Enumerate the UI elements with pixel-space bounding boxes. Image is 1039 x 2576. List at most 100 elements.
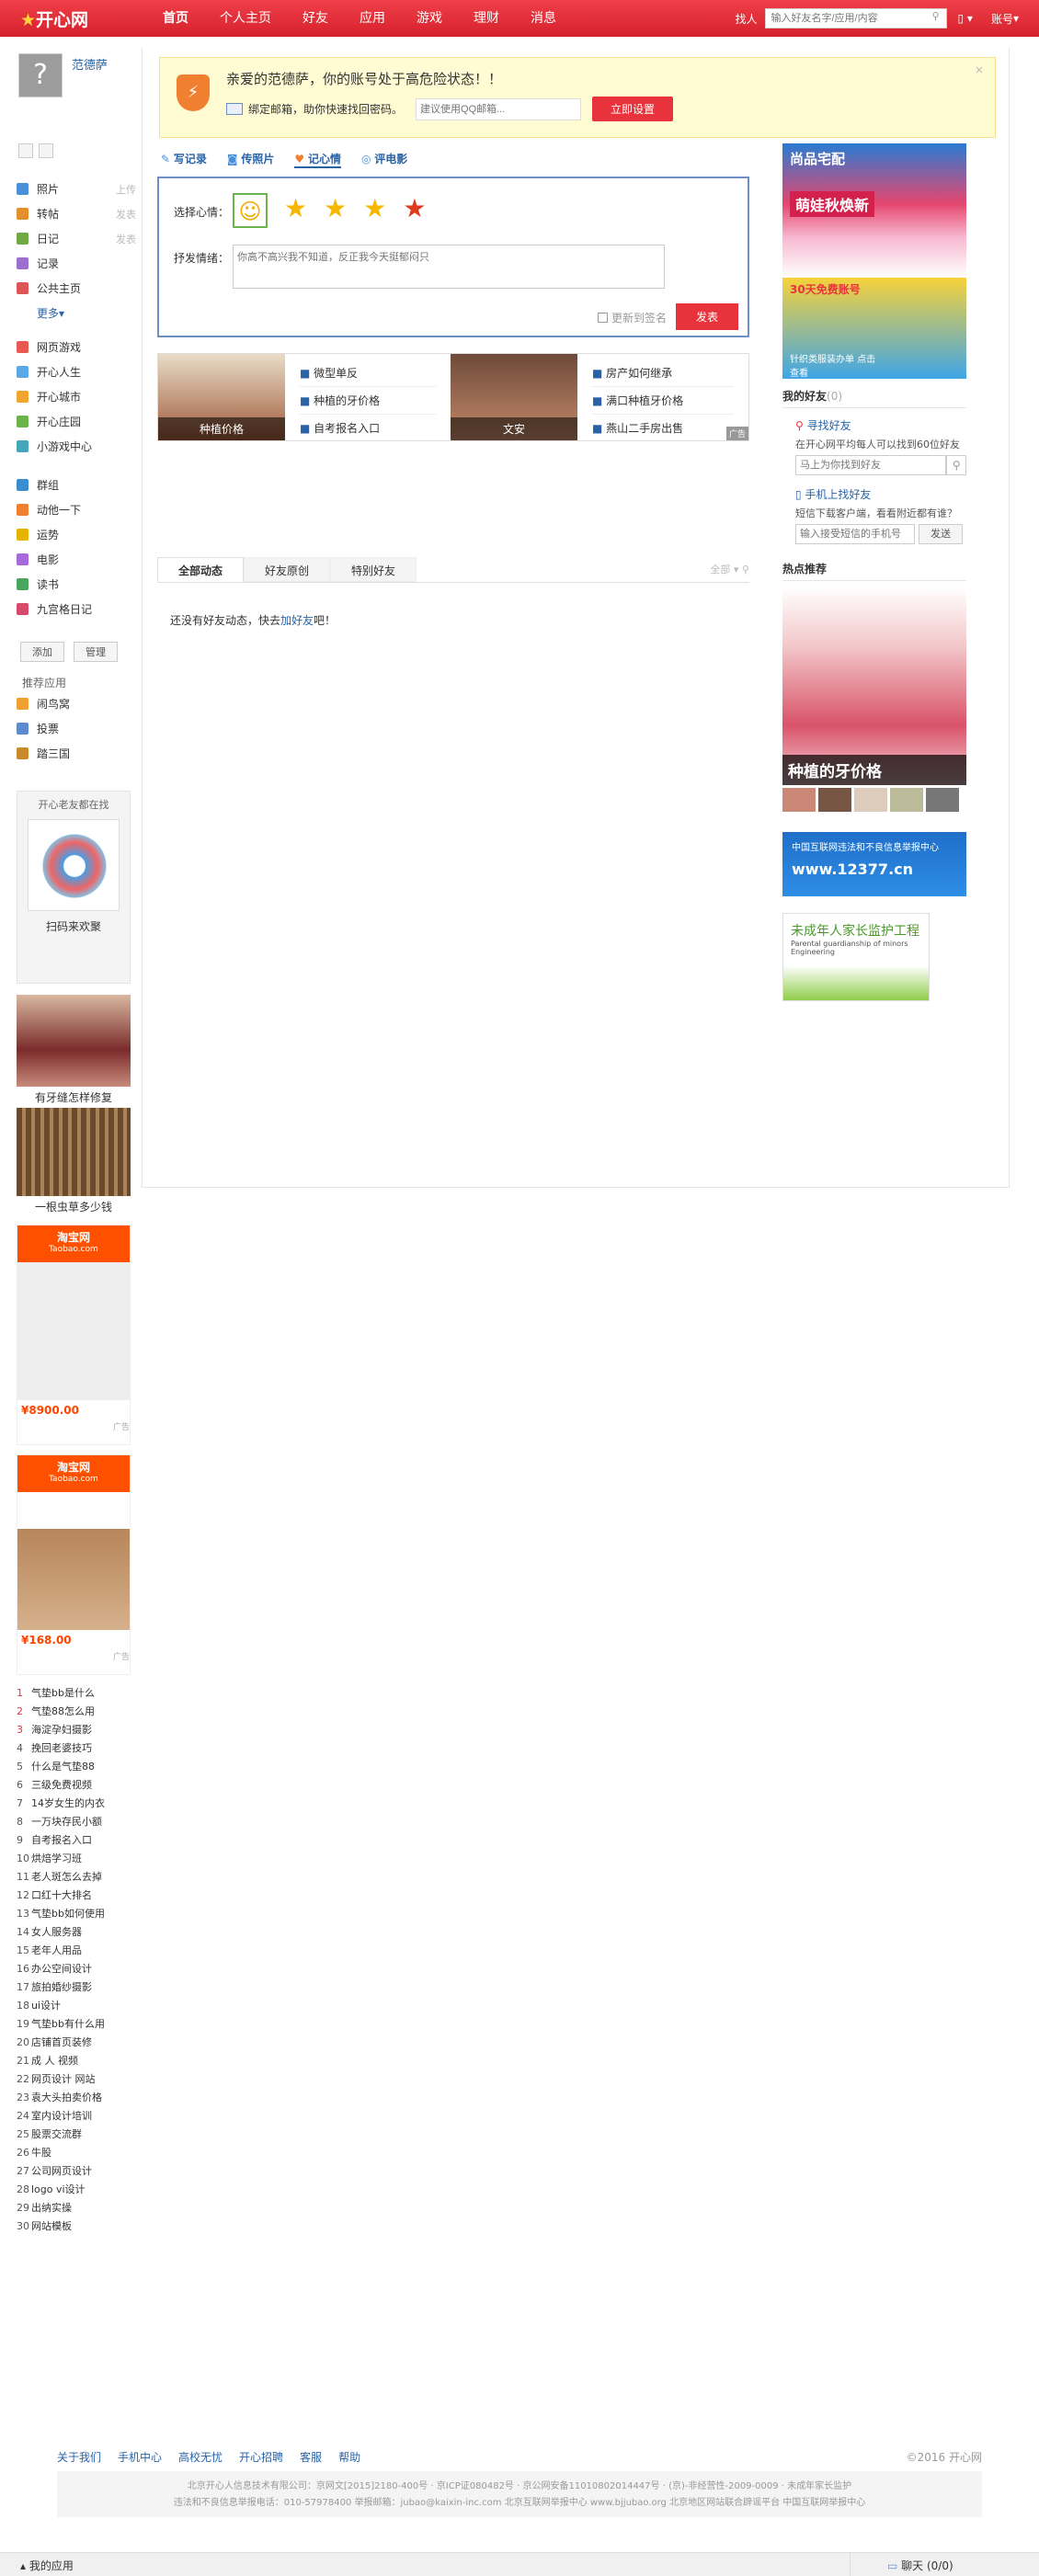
hot-search-item[interactable]: 13 气垫bb如何使用 (17, 1905, 131, 1923)
search-icon[interactable]: ⚲ (928, 10, 944, 27)
find-friend-input[interactable] (795, 455, 947, 475)
checkbox[interactable] (597, 313, 608, 323)
footer-link[interactable]: 开心招聘 (239, 2449, 283, 2465)
taobao-ad-1[interactable]: 淘宝网 Taobao.com ¥8900.00 广告 (17, 1225, 131, 1445)
left-ad-block[interactable]: 有牙缝怎样修复 一根虫草多少钱 (17, 995, 131, 1215)
hot-search-item[interactable]: 22 网页设计 网站 (17, 2070, 131, 2089)
sidebar-item-web-games[interactable]: 网页游戏 (17, 335, 136, 359)
nav-finance[interactable]: 理财 (458, 0, 515, 37)
recommend-item[interactable]: 踏三国 (17, 741, 136, 766)
mood-red-star-icon[interactable]: ★ (403, 193, 426, 228)
product-image[interactable] (17, 1529, 130, 1630)
report-center-banner[interactable]: 中国互联网违法和不良信息举报中心 www.12377.cn (782, 832, 966, 896)
sidebar-item-repost[interactable]: 转帖 发表 (17, 201, 136, 226)
thumbnail[interactable] (854, 788, 887, 812)
ad-link[interactable]: ■ 微型单反 (300, 359, 436, 387)
thumbnail[interactable] (926, 788, 959, 812)
hot-search-item[interactable]: 25 股票交流群 (17, 2126, 131, 2144)
ad-link[interactable]: ■ 自考报名入口 (300, 415, 436, 442)
mood-star-icon[interactable]: ★ (324, 193, 347, 228)
send-button[interactable]: 发送 (919, 524, 963, 544)
sidebar-item-photos[interactable]: 照片 上传 (17, 177, 136, 201)
user-name[interactable]: 范德萨 (72, 55, 108, 73)
hot-search-item[interactable]: 24 室内设计培训 (17, 2107, 131, 2126)
hot-search-item[interactable]: 28 logo vi设计 (17, 2181, 131, 2199)
footer-link[interactable]: 高校无忧 (178, 2449, 223, 2465)
sidebar-item-grid-diary[interactable]: 九宫格日记 (17, 597, 136, 621)
tab-mood[interactable]: ♥ 记心情 (294, 151, 341, 168)
set-now-button[interactable]: 立即设置 (592, 97, 674, 121)
tab-write-record[interactable]: ✎ 写记录 (161, 151, 207, 168)
home-icon[interactable] (18, 143, 33, 158)
close-icon[interactable]: × (975, 63, 984, 76)
ad-text[interactable]: 有牙缝怎样修复 (17, 1087, 131, 1108)
site-logo[interactable]: ★开心网 (20, 6, 88, 31)
ad-image-implant[interactable]: 种植价格 (158, 354, 285, 440)
sidebar-item-diary[interactable]: 日记 发表 (17, 226, 136, 251)
hot-search-item[interactable]: 2 气垫88怎么用 (17, 1703, 131, 1721)
sidebar-item-poke[interactable]: 动他一下 (17, 497, 136, 522)
mood-star-icon[interactable]: ★ (363, 193, 386, 228)
settings-icon[interactable] (39, 143, 53, 158)
search-icon[interactable]: ⚲ (946, 455, 966, 475)
upload-link[interactable]: 上传 (116, 182, 136, 197)
tab-friend-original[interactable]: 好友原创 (244, 557, 331, 582)
mobile-icon[interactable]: ▯ ▾ (958, 12, 973, 25)
hot-search-item[interactable]: 19 气垫bb有什么用 (17, 2015, 131, 2034)
nav-games[interactable]: 游戏 (401, 0, 458, 37)
ad-link[interactable]: ■ 满口种植牙价格 (592, 387, 734, 415)
hot-search-item[interactable]: 4 挽回老婆技巧 (17, 1739, 131, 1758)
search-input[interactable] (765, 9, 922, 28)
chat-button[interactable]: ▭ 聊天 (0/0) (850, 2553, 1039, 2576)
manage-app-button[interactable]: 管理 (74, 642, 118, 662)
avatar[interactable]: ? (18, 53, 63, 97)
hot-search-item[interactable]: 21 成 人 视频 (17, 2052, 131, 2070)
footer-link[interactable]: 客服 (300, 2449, 322, 2465)
hot-search-item[interactable]: 8 一万块存民小额 (17, 1813, 131, 1831)
hot-search-item[interactable]: 15 老年人用品 (17, 1942, 131, 1960)
hot-search-item[interactable]: 14 女人服务器 (17, 1923, 131, 1942)
banner-ad-1[interactable]: 尚品宅配 萌娃秋焕新 (782, 143, 966, 278)
sidebar-item-books[interactable]: 读书 (17, 572, 136, 597)
sidebar-item-happy-life[interactable]: 开心人生 (17, 359, 136, 384)
add-app-button[interactable]: 添加 (20, 642, 64, 662)
hot-search-item[interactable]: 6 三级免费视频 (17, 1776, 131, 1795)
ad-text[interactable]: 一根虫草多少钱 (17, 1196, 131, 1217)
nav-messages[interactable]: 消息 (515, 0, 572, 37)
thumbnail[interactable] (782, 788, 816, 812)
hot-search-item[interactable]: 16 办公空间设计 (17, 1960, 131, 1978)
nav-friends[interactable]: 好友 (287, 0, 344, 37)
nav-profile[interactable]: 个人主页 (204, 0, 287, 37)
account-menu[interactable]: 账号 (991, 11, 1013, 27)
sync-signature[interactable]: 更新到签名 (597, 310, 667, 325)
sidebar-item-fortune[interactable]: 运势 (17, 522, 136, 547)
product-image[interactable] (17, 1262, 130, 1400)
hot-search-item[interactable]: 27 公司网页设计 (17, 2162, 131, 2181)
add-friend-link[interactable]: 加好友 (280, 614, 314, 627)
nav-home[interactable]: 首页 (147, 0, 204, 37)
product-thumb[interactable] (17, 1492, 130, 1529)
email-field[interactable] (416, 97, 582, 120)
footer-link[interactable]: 手机中心 (118, 2449, 162, 2465)
minor-protection-banner[interactable]: 未成年人家长监护工程 Parental guardianship of minor… (782, 913, 930, 1001)
sidebar-item-mini-games[interactable]: 小游戏中心 (17, 434, 136, 459)
tab-all-updates[interactable]: 全部动态 (157, 557, 245, 582)
hot-ad-image[interactable]: 种植的牙价格 (782, 587, 966, 785)
ad-link[interactable]: ■ 房产如何继承 (592, 359, 734, 387)
ad-image-cordyceps[interactable] (17, 1108, 131, 1196)
ad-image-teeth[interactable] (17, 995, 131, 1087)
hot-search-item[interactable]: 10 烘焙学习班 (17, 1850, 131, 1868)
mood-happy-icon[interactable]: ☺ (233, 193, 268, 228)
hot-search-item[interactable]: 3 海淀孕妇摄影 (17, 1721, 131, 1739)
recommend-item[interactable]: 闹鸟窝 (17, 691, 136, 716)
hot-search-item[interactable]: 17 旅拍婚纱摄影 (17, 1978, 131, 1997)
feed-filter[interactable]: 全部 ▾ ⚲ (710, 557, 749, 582)
thumbnail[interactable] (818, 788, 851, 812)
submit-button[interactable]: 发表 (675, 303, 738, 330)
publish-link[interactable]: 发表 (116, 232, 136, 246)
hot-search-item[interactable]: 11 老人斑怎么去掉 (17, 1868, 131, 1886)
tab-upload-photo[interactable]: ◙ 传照片 (227, 151, 274, 168)
hot-search-item[interactable]: 30 网站模板 (17, 2217, 131, 2236)
hot-search-item[interactable]: 5 什么是气垫88 (17, 1758, 131, 1776)
thumbnail[interactable] (890, 788, 923, 812)
